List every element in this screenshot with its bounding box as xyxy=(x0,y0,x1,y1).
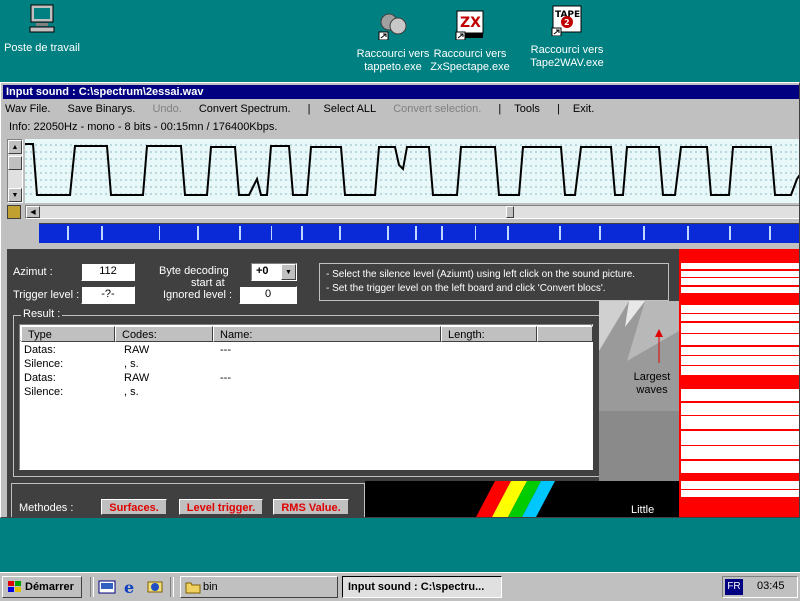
start-button[interactable]: Démarrer xyxy=(2,576,82,598)
ignored-level-label: Ignored level : xyxy=(163,289,233,301)
cell-type: Silence: xyxy=(24,386,64,398)
column-header-name[interactable]: Name: xyxy=(213,326,441,342)
tappeto-icon xyxy=(378,13,407,41)
scroll-up-button[interactable]: ▲ xyxy=(8,140,22,154)
quick-launch-separator xyxy=(170,577,174,597)
desktop-icon-label: Raccourci vers tappeto.exe xyxy=(356,48,430,73)
azimut-field[interactable]: 112 xyxy=(81,263,135,281)
zxspectape-icon: ZX xyxy=(455,10,484,41)
table-header: Type Codes: Name: Length: xyxy=(20,325,593,342)
record-marker-button[interactable] xyxy=(7,205,21,219)
menu-exit[interactable]: Exit. xyxy=(573,101,594,117)
desktop-icon-label: Raccourci vers ZxSpectape.exe xyxy=(430,48,510,73)
menu-wav-file[interactable]: Wav File. xyxy=(5,101,50,117)
language-indicator[interactable]: FR xyxy=(725,579,743,595)
azimut-label: Azimut : xyxy=(13,266,53,278)
desktop-icon-tappeto[interactable]: Raccourci vers tappeto.exe xyxy=(353,8,433,74)
taskbar: Démarrer e bin Input sound : C:\spectru.… xyxy=(0,572,800,601)
windows-logo-icon xyxy=(8,581,21,592)
surfaces-button[interactable]: Surfaces. xyxy=(101,499,167,515)
signal-level-panel xyxy=(679,249,799,517)
system-tray: FR 03:45 xyxy=(722,576,798,598)
cell-name: --- xyxy=(220,372,231,384)
ignored-level-field[interactable]: 0 xyxy=(239,286,297,304)
scroll-down-button[interactable]: ▼ xyxy=(8,188,22,202)
column-header-type[interactable]: Type xyxy=(21,326,115,342)
cell-name: --- xyxy=(220,344,231,356)
menu-convert-spectrum[interactable]: Convert Spectrum. xyxy=(199,101,291,117)
methods-label: Methodes : xyxy=(19,502,74,514)
svg-text:2: 2 xyxy=(564,18,570,27)
menu-bar: Wav File. Save Binarys. Undo. Convert Sp… xyxy=(5,101,608,117)
start-label: Démarrer xyxy=(25,581,74,593)
hint-box: - Select the silence level (Aziumt) usin… xyxy=(319,263,669,301)
outlook-express-icon[interactable] xyxy=(146,578,164,596)
svg-text:ZX: ZX xyxy=(460,15,481,31)
menu-tools[interactable]: Tools xyxy=(514,101,540,117)
desktop-icon-label: Poste de travail xyxy=(4,42,80,54)
taskbar-button-label: bin xyxy=(203,581,218,593)
folder-icon xyxy=(185,582,201,594)
column-header-length[interactable]: Length: xyxy=(441,326,537,342)
rms-value-button[interactable]: RMS Value. xyxy=(273,499,349,515)
internet-explorer-icon[interactable]: e xyxy=(122,578,140,596)
computer-icon xyxy=(29,4,55,33)
little-waves-label: Little xyxy=(631,504,655,516)
waveform-horizontal-scrollbar[interactable]: ◀ xyxy=(25,205,799,219)
cell-type: Datas: xyxy=(24,344,56,356)
block-overview-bar[interactable] xyxy=(39,223,800,243)
clock[interactable]: 03:45 xyxy=(757,580,785,592)
table-row[interactable]: Datas: RAW --- xyxy=(20,372,592,386)
menu-separator: | xyxy=(556,103,560,115)
taskbar-button-label: Input sound : C:\spectru... xyxy=(348,581,485,593)
menu-separator: | xyxy=(307,103,311,115)
hint-line-2: - Set the trigger level on the left boar… xyxy=(326,283,606,294)
cell-codes: , s. xyxy=(124,386,139,398)
tape2wav-icon: TAPE 2 xyxy=(551,5,582,37)
largest-waves-label: Largest waves xyxy=(633,371,671,396)
scroll-thumb[interactable] xyxy=(8,156,22,170)
input-sound-window: Input sound : C:\spectrum\2essai.wav Wav… xyxy=(0,82,800,518)
taskbar-button-bin[interactable]: bin xyxy=(180,576,338,598)
taskbar-button-input-sound[interactable]: Input sound : C:\spectru... xyxy=(342,576,502,598)
column-header-spacer xyxy=(537,326,593,342)
menu-save-binarys[interactable]: Save Binarys. xyxy=(68,101,136,117)
cell-codes: , s. xyxy=(124,358,139,370)
scroll-left-button[interactable]: ◀ xyxy=(26,206,40,218)
svg-text:e: e xyxy=(124,578,134,596)
table-row[interactable]: Silence: , s. xyxy=(20,386,592,400)
quick-launch-separator xyxy=(90,577,94,597)
menu-undo[interactable]: Undo. xyxy=(152,101,181,117)
desktop-icon-tape2wav[interactable]: TAPE 2 Raccourci vers Tape2WAV.exe xyxy=(526,4,608,70)
byte-decoding-select[interactable]: +0 ▼ xyxy=(251,263,297,281)
menu-separator: | xyxy=(498,103,502,115)
show-desktop-icon[interactable] xyxy=(98,579,116,595)
trigger-level-label: Trigger level : xyxy=(13,289,80,301)
waveform-vertical-scrollbar[interactable]: ▲ ▼ xyxy=(7,139,23,203)
info-line: Info: 22050Hz - mono - 8 bits - 00:15mn … xyxy=(9,121,278,133)
cell-type: Silence: xyxy=(24,358,64,370)
window-title[interactable]: Input sound : C:\spectrum\2essai.wav xyxy=(3,85,799,99)
cell-type: Datas: xyxy=(24,372,56,384)
waveform-display[interactable] xyxy=(25,139,800,203)
horizontal-scroll-thumb[interactable] xyxy=(506,206,514,218)
cell-codes: RAW xyxy=(124,344,150,356)
desktop-icon-my-computer[interactable]: Poste de travail xyxy=(2,2,82,55)
result-table: Type Codes: Name: Length: Datas: RAW ---… xyxy=(19,324,593,470)
trigger-level-field[interactable]: -?- xyxy=(81,286,135,304)
hint-line-1: - Select the silence level (Aziumt) usin… xyxy=(326,269,636,280)
column-header-codes[interactable]: Codes: xyxy=(115,326,213,342)
desktop-icon-zxspectape[interactable]: ZX Raccourci vers ZxSpectape.exe xyxy=(428,8,512,74)
chevron-down-icon[interactable]: ▼ xyxy=(281,264,296,280)
table-row[interactable]: Silence: , s. xyxy=(20,358,592,372)
result-group-label: Result : xyxy=(21,308,63,321)
level-trigger-button[interactable]: Level trigger. xyxy=(179,499,263,515)
desktop-icon-label: Raccourci vers Tape2WAV.exe xyxy=(530,44,604,69)
table-row[interactable]: Datas: RAW --- xyxy=(20,344,592,358)
menu-convert-selection[interactable]: Convert selection. xyxy=(393,101,481,117)
menu-select-all[interactable]: Select ALL xyxy=(324,101,377,117)
cell-codes: RAW xyxy=(124,372,150,384)
byte-decoding-value: +0 xyxy=(256,265,269,277)
